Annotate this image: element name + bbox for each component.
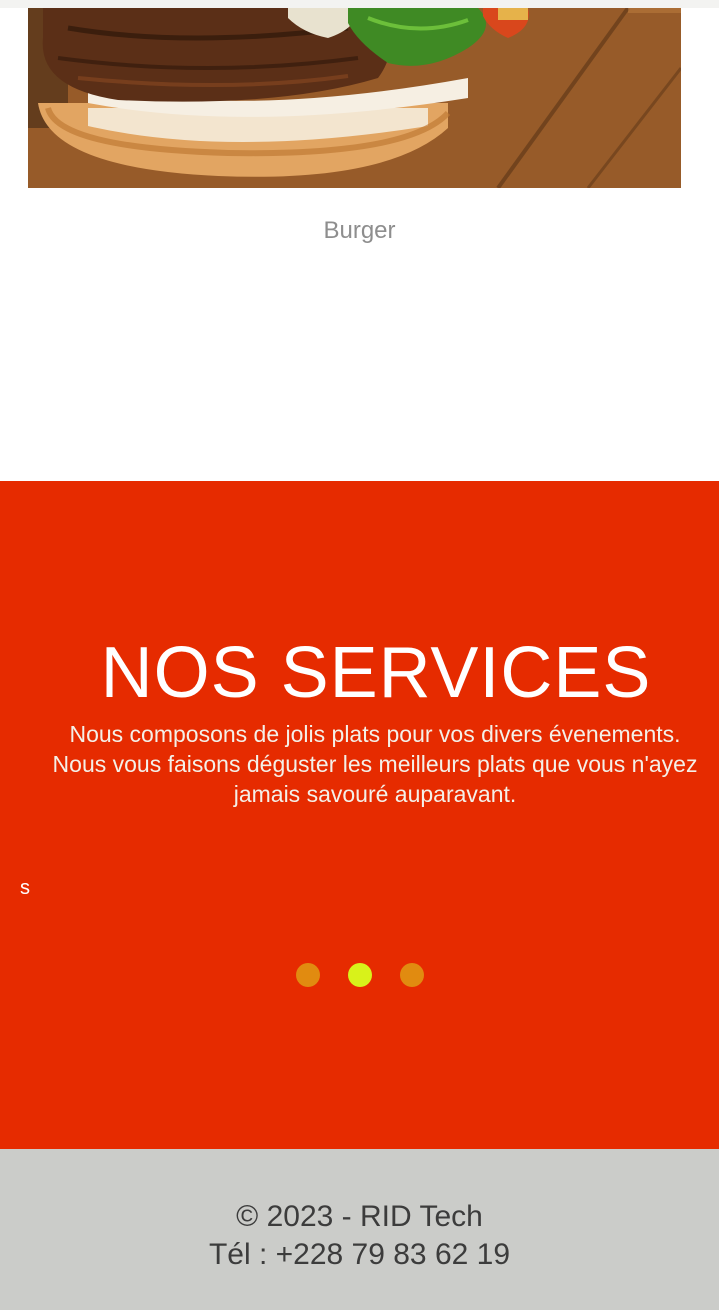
footer-phone: Tél : +228 79 83 62 19: [208, 1238, 511, 1271]
services-description: Nous composons de jolis plats pour vos d…: [52, 721, 698, 807]
footer-copyright: © 2023 - RID Tech: [236, 1200, 483, 1233]
carousel-dot-2-active[interactable]: [348, 963, 372, 987]
carousel-dot-3[interactable]: [400, 963, 424, 987]
top-strip: [0, 0, 719, 8]
stray-text: s: [20, 877, 30, 899]
carousel-dots: [296, 963, 426, 989]
services-title: NOS SERVICES: [100, 633, 652, 713]
carousel-dot-1[interactable]: [296, 963, 320, 987]
burger-image: [28, 8, 681, 188]
services-section: NOS SERVICES Nous composons de jolis pla…: [0, 481, 719, 1149]
burger-illustration: [28, 8, 681, 188]
footer: © 2023 - RID Tech Tél : +228 79 83 62 19: [0, 1149, 719, 1310]
product-name: Burger: [323, 217, 396, 244]
